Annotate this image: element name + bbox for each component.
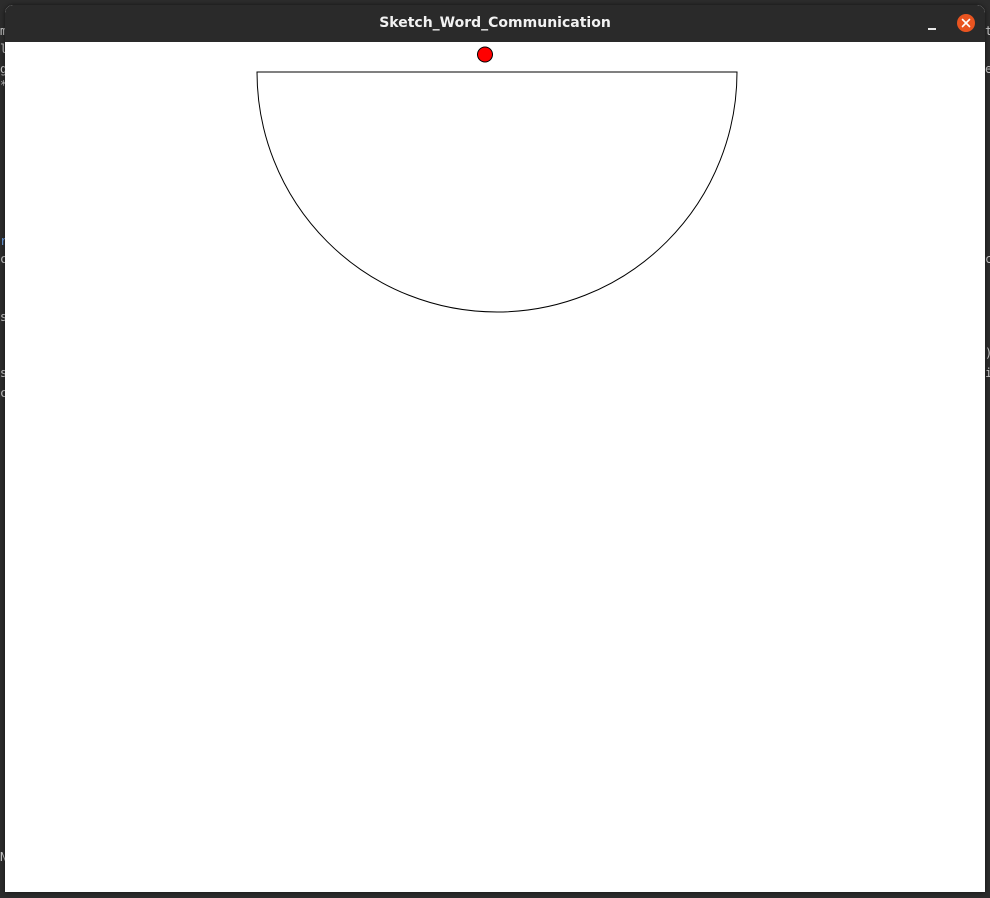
window-title: Sketch_Word_Communication <box>379 15 611 31</box>
sketch-canvas[interactable] <box>5 42 985 892</box>
terminal-fragment: e <box>985 62 990 76</box>
half-disc-shape <box>256 71 738 313</box>
terminal-fragment: t <box>985 24 990 38</box>
terminal-fragment: i <box>985 366 990 380</box>
close-button[interactable] <box>957 14 975 32</box>
red-dot <box>477 46 493 63</box>
title-bar[interactable]: Sketch_Word_Communication <box>5 5 985 42</box>
sketch-drawing <box>256 46 738 313</box>
minimize-button[interactable] <box>920 12 944 36</box>
close-icon <box>961 18 971 28</box>
terminal-fragment: c <box>985 252 990 266</box>
terminal-fragment: ) <box>985 346 990 360</box>
sketch-window: Sketch_Word_Communication <box>5 5 985 892</box>
